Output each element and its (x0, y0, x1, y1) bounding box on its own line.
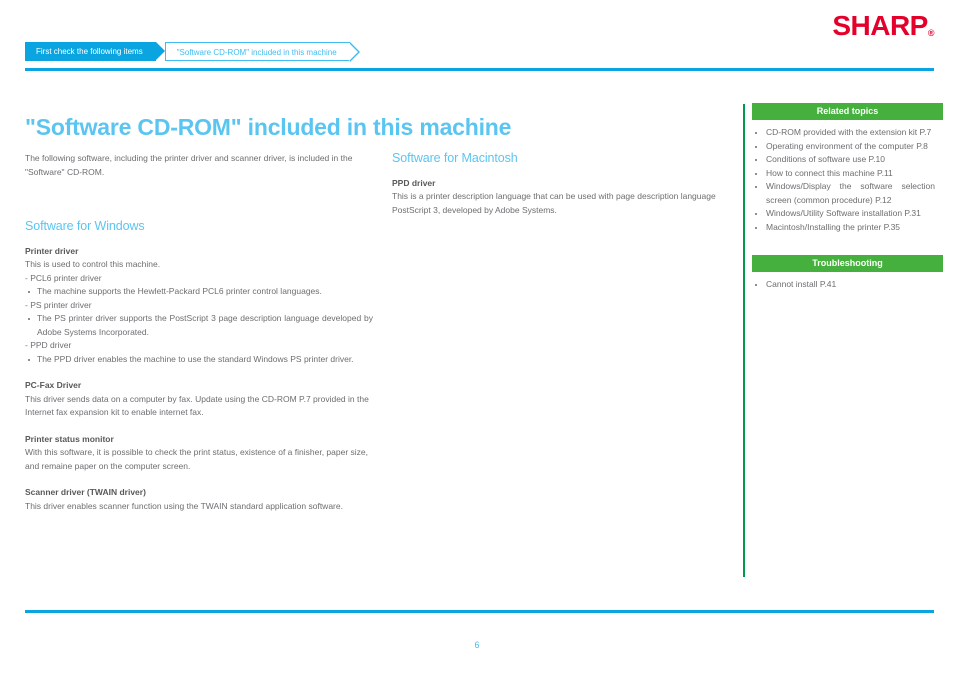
page-title: "Software CD-ROM" included in this machi… (25, 114, 512, 141)
subheading-pcfax-driver: PC-Fax Driver (25, 380, 82, 390)
list-item[interactable]: Windows/Display the software selection s… (752, 180, 935, 207)
ppd-bullet-list: The PPD driver enables the machine to us… (25, 353, 373, 367)
printer-status-monitor-description: With this software, it is possible to ch… (25, 447, 368, 471)
list-item: The machine supports the Hewlett-Packard… (25, 285, 373, 299)
left-column: The following software, including the pr… (25, 152, 373, 513)
list-item[interactable]: CD-ROM provided with the extension kit P… (752, 126, 935, 140)
list-item[interactable]: Conditions of software use P.10 (752, 153, 935, 167)
middle-column: Software for Macintosh PPD driver This i… (392, 151, 722, 217)
subheading-printer-status-monitor: Printer status monitor (25, 433, 114, 444)
printer-driver-description: This is used to control this machine. (25, 259, 161, 269)
page-number: 6 (474, 640, 480, 650)
ppd-label: - PPD driver (25, 340, 72, 350)
ppd-driver-description: This is a printer description language t… (392, 191, 716, 215)
breadcrumb-item-first-check[interactable]: First check the following items (25, 42, 165, 61)
section-heading-macintosh: Software for Macintosh (392, 151, 518, 165)
section-heading-windows: Software for Windows (25, 219, 145, 233)
header-divider (25, 68, 934, 71)
sidebar: Related topics CD-ROM provided with the … (743, 103, 943, 292)
intro-paragraph: The following software, including the pr… (25, 153, 353, 177)
sidebar-heading-related-topics: Related topics (752, 103, 943, 120)
list-item: The PS printer driver supports the PostS… (25, 312, 373, 339)
subheading-ppd-driver: PPD driver (392, 177, 436, 188)
subheading-printer-driver: Printer driver (25, 245, 79, 256)
subheading-scanner-driver: Scanner driver (TWAIN driver) (25, 487, 146, 497)
list-item[interactable]: How to connect this machine P.11 (752, 167, 935, 181)
list-item[interactable]: Macintosh/Installing the printer P.35 (752, 221, 935, 235)
list-item[interactable]: Operating environment of the computer P.… (752, 140, 935, 154)
pcfax-driver-description: This driver sends data on a computer by … (25, 393, 369, 418)
list-item: The PPD driver enables the machine to us… (25, 353, 373, 367)
footer-divider (25, 610, 934, 613)
sharp-logo: SHARP® (832, 12, 934, 40)
pcl6-label: - PCL6 printer driver (25, 272, 102, 283)
list-item[interactable]: Cannot install P.41 (752, 278, 935, 292)
troubleshooting-list: Cannot install P.41 (743, 278, 935, 292)
pcl6-bullet-list: The machine supports the Hewlett-Packard… (25, 285, 373, 299)
ps-bullet-list: The PS printer driver supports the PostS… (25, 312, 373, 339)
breadcrumb-item-software-cdrom[interactable]: "Software CD-ROM" included in this machi… (164, 42, 360, 62)
list-item[interactable]: Windows/Utility Software installation P.… (752, 207, 935, 221)
related-topics-list: CD-ROM provided with the extension kit P… (743, 126, 935, 234)
registered-trademark-icon: ® (927, 28, 935, 38)
sidebar-heading-troubleshooting: Troubleshooting (752, 255, 943, 272)
breadcrumb-item-label: "Software CD-ROM" included in this machi… (176, 48, 337, 57)
breadcrumb-item-label: First check the following items (36, 47, 143, 56)
scanner-driver-description: This driver enables scanner function usi… (25, 500, 343, 511)
ps-label: - PS printer driver (25, 299, 92, 310)
sharp-logo-text: SHARP (832, 10, 928, 41)
breadcrumb: First check the following items "Softwar… (25, 42, 360, 62)
